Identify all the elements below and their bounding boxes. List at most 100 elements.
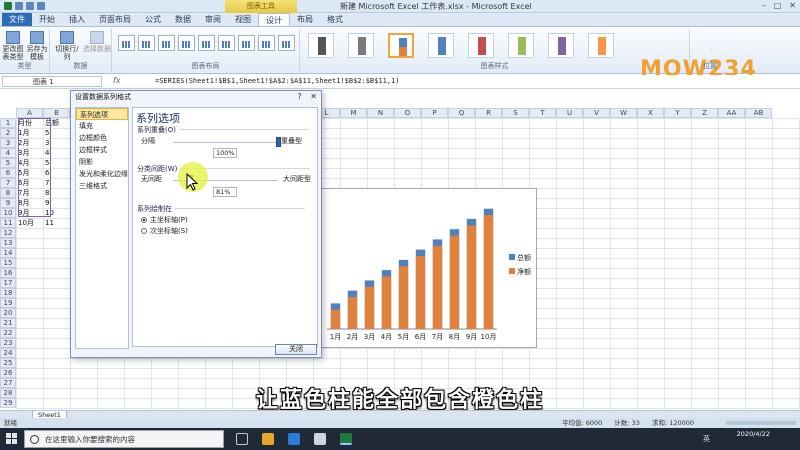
column-header[interactable]: R [475, 108, 502, 118]
tab-6[interactable]: 审阅 [198, 13, 228, 26]
column-header[interactable]: V [583, 108, 610, 118]
column-header[interactable]: Y [664, 108, 691, 118]
chart-layout-option[interactable] [238, 35, 255, 51]
maximize-icon[interactable]: □ [774, 1, 782, 10]
undo-icon[interactable] [26, 2, 34, 10]
dialog-nav-item[interactable]: 填充 [76, 120, 128, 132]
tab-0[interactable]: 文件 [2, 13, 32, 26]
redo-icon[interactable] [37, 2, 45, 10]
bar-净额-4月[interactable] [381, 276, 392, 330]
column-header[interactable]: M [340, 108, 367, 118]
dialog-close-button[interactable]: 关闭 [275, 344, 317, 355]
row-header[interactable]: 24 [0, 348, 16, 358]
chart-style-option[interactable] [588, 33, 614, 58]
name-box[interactable]: 图表 1 [2, 76, 102, 87]
chart-layout-option[interactable] [198, 35, 215, 51]
column-header[interactable]: AA [718, 108, 745, 118]
row-header[interactable]: 8 [0, 188, 16, 198]
edge-icon[interactable] [288, 433, 300, 445]
tab-2[interactable]: 插入 [62, 13, 92, 26]
chart-style-option[interactable] [468, 33, 494, 58]
tab-3[interactable]: 页面布局 [92, 13, 138, 26]
tab-4[interactable]: 公式 [138, 13, 168, 26]
row-header[interactable]: 22 [0, 328, 16, 338]
row-header[interactable]: 17 [0, 278, 16, 288]
help-icon[interactable]: ? [298, 92, 302, 101]
bar-净额-9月[interactable] [466, 225, 477, 329]
row-header[interactable]: 7 [0, 178, 16, 188]
select-data-button[interactable]: 选择数据 [83, 31, 111, 53]
primary-axis-radio[interactable]: 主坐标轴(P) [141, 215, 188, 225]
row-header[interactable]: 16 [0, 268, 16, 278]
bar-净额-7月[interactable] [432, 245, 443, 329]
bar-净额-6月[interactable] [415, 256, 426, 329]
chart-layout-option[interactable] [138, 35, 155, 51]
column-header[interactable]: T [529, 108, 556, 118]
overlap-value-input[interactable]: 100% [213, 148, 237, 158]
tab-7[interactable]: 视图 [228, 13, 258, 26]
excel-taskbar-icon[interactable] [340, 433, 352, 445]
row-header[interactable]: 13 [0, 238, 16, 248]
column-header[interactable]: Z [691, 108, 718, 118]
chart-layout-option[interactable] [218, 35, 235, 51]
overlap-slider-thumb[interactable] [275, 137, 281, 147]
chart-style-option[interactable] [388, 33, 414, 58]
switch-row-column-button[interactable]: 切换行/列 [52, 31, 82, 61]
column-header[interactable]: AB [745, 108, 772, 118]
chart-style-option[interactable] [548, 33, 574, 58]
tab-10[interactable]: 格式 [320, 13, 350, 26]
dialog-nav-item[interactable]: 三维格式 [76, 180, 128, 192]
row-header[interactable]: 11 [0, 218, 16, 228]
tab-1[interactable]: 开始 [32, 13, 62, 26]
chart-layout-option[interactable] [258, 35, 275, 51]
windows-start-icon[interactable] [6, 433, 17, 444]
dialog-nav-item[interactable]: 发光和柔化边缘 [76, 168, 128, 180]
zoom-slider[interactable] [726, 421, 796, 425]
chart-style-option[interactable] [428, 33, 454, 58]
fx-icon[interactable]: fx [113, 76, 121, 85]
chart-layout-option[interactable] [158, 35, 175, 51]
row-header[interactable]: 2 [0, 128, 16, 138]
overlap-slider-track[interactable] [173, 142, 278, 143]
cell-month[interactable]: 10月 [18, 218, 34, 228]
row-header[interactable]: 10 [0, 208, 16, 218]
save-icon[interactable] [15, 2, 23, 10]
chart-style-option[interactable] [308, 33, 334, 58]
column-header[interactable]: X [637, 108, 664, 118]
dialog-nav-item[interactable]: 边框颜色 [76, 132, 128, 144]
close-icon[interactable]: ✕ [789, 1, 796, 10]
column-header[interactable]: W [610, 108, 637, 118]
store-icon[interactable] [314, 433, 326, 445]
row-header[interactable]: 6 [0, 168, 16, 178]
secondary-axis-radio[interactable]: 次坐标轴(S) [141, 226, 188, 236]
bar-净额-1月[interactable] [330, 309, 341, 329]
dialog-close-icon[interactable]: ✕ [310, 92, 317, 101]
task-view-icon[interactable] [236, 433, 248, 445]
gap-value-input[interactable]: 81% [213, 187, 237, 197]
column-header[interactable]: N [367, 108, 394, 118]
taskbar-search-box[interactable]: 在这里输入你要搜索的内容 [24, 430, 224, 448]
chart-style-option[interactable] [348, 33, 374, 58]
bar-净额-10月[interactable] [483, 215, 494, 329]
column-header[interactable]: S [502, 108, 529, 118]
row-header[interactable]: 15 [0, 258, 16, 268]
formula-input[interactable]: =SERIES(Sheet1!$B$1,Sheet1!$A$2:$A$11,Sh… [155, 76, 399, 87]
explorer-icon[interactable] [262, 433, 274, 445]
chart-layout-option[interactable] [118, 35, 135, 51]
column-header[interactable]: U [556, 108, 583, 118]
column-header[interactable]: A [16, 108, 43, 118]
row-header[interactable]: 21 [0, 318, 16, 328]
chart-style-option[interactable] [508, 33, 534, 58]
column-header[interactable]: O [394, 108, 421, 118]
row-header[interactable]: 14 [0, 248, 16, 258]
dialog-nav-item[interactable]: 系列选项 [76, 108, 128, 120]
chart-layout-option[interactable] [278, 35, 295, 51]
dialog-nav-item[interactable]: 阴影 [76, 156, 128, 168]
ime-indicator[interactable]: 英 [703, 434, 710, 444]
row-header[interactable]: 9 [0, 198, 16, 208]
chart-layout-option[interactable] [178, 35, 195, 51]
tab-9[interactable]: 布局 [290, 13, 320, 26]
row-header[interactable]: 3 [0, 138, 16, 148]
column-header[interactable]: Q [448, 108, 475, 118]
row-header[interactable]: 19 [0, 298, 16, 308]
